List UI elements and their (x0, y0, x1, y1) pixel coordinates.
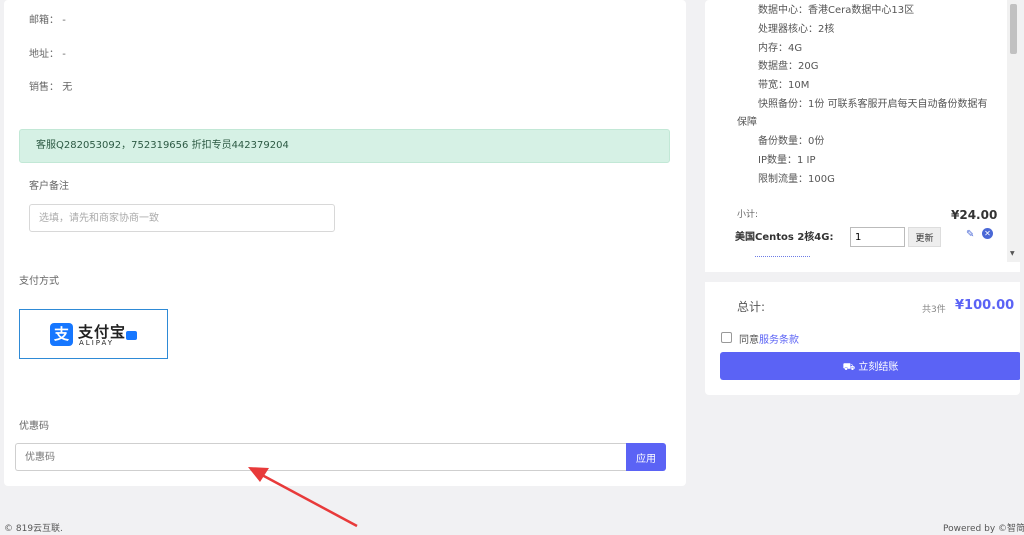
remark-label: 客户备注 (29, 181, 69, 192)
spec-datacenter: 数据中心：香港Cera数据中心13区 (758, 5, 915, 16)
scrollbar-thumb[interactable] (1010, 4, 1017, 54)
payment-method-label: 支付方式 (19, 276, 59, 287)
cart-items-scroll[interactable]: 数据中心：香港Cera数据中心13区 处理器核心：2核 内存：4G 数据盘：20… (705, 0, 1020, 262)
address-row: 地址： - (29, 45, 66, 60)
email-label: 邮箱： (29, 15, 59, 26)
address-label: 地址： (29, 49, 59, 60)
truncated-next-item (755, 256, 810, 259)
terms-link[interactable]: 服务条款 (759, 335, 799, 346)
alipay-logo-icon: 支 (50, 323, 73, 346)
subtotal-label: 小计: (737, 210, 759, 220)
spec-traffic: 限制流量：100G (758, 174, 835, 185)
alipay-name-en: ALIPAY (79, 339, 115, 347)
cart-item-name: 美国Centos 2核4G: (735, 232, 834, 243)
annotation-arrow (248, 467, 358, 528)
summary-divider (705, 272, 1020, 282)
checkout-button[interactable]: ⛟ 立刻结账 (720, 352, 1020, 380)
agree-terms-checkbox[interactable] (721, 332, 732, 343)
remark-input[interactable] (29, 204, 335, 232)
address-value: - (62, 49, 66, 60)
total-item-count: 共3件 (922, 305, 946, 315)
checkout-details-card: 邮箱： - 地址： - 销售： 无 客服Q282053092，752319656… (4, 0, 686, 486)
truck-icon: ⛟ (842, 361, 856, 373)
spec-disk: 数据盘：20G (758, 61, 819, 72)
subtotal-value: ¥24.00 (951, 208, 998, 222)
close-circle-icon[interactable]: ✕ (982, 228, 993, 239)
apply-coupon-button[interactable]: 应用 (626, 443, 666, 471)
agree-prefix: 同意 (739, 335, 759, 346)
scroll-down-arrow-icon[interactable]: ▼ (1010, 250, 1015, 257)
spec-memory: 内存：4G (758, 43, 803, 54)
coupon-label: 优惠码 (19, 421, 49, 432)
sales-label: 销售： (29, 82, 59, 93)
email-row: 邮箱： - (29, 11, 66, 26)
quantity-input[interactable] (850, 227, 905, 247)
spec-snapshot: 快照备份：1份 可联系客服开启每天自动备份数据有 (758, 99, 988, 110)
checkout-label: 立刻结账 (858, 361, 899, 373)
alipay-pc-icon (126, 331, 137, 340)
alipay-option[interactable]: 支 支付宝 ALIPAY (19, 309, 168, 359)
update-quantity-button[interactable]: 更新 (908, 227, 941, 247)
spec-snapshot-cont: 保障 (737, 117, 757, 128)
spec-backup-count: 备份数量：0份 (758, 136, 825, 147)
total-value: ¥100.00 (955, 298, 1015, 313)
agree-terms-text: 同意服务条款 (739, 331, 799, 346)
cart-scrollbar[interactable]: ▼ (1007, 0, 1020, 262)
spec-ip-count: IP数量：1 IP (758, 155, 816, 166)
order-summary-card: 数据中心：香港Cera数据中心13区 处理器核心：2核 内存：4G 数据盘：20… (705, 0, 1020, 395)
pencil-icon[interactable]: ✎ (966, 229, 974, 240)
spec-bandwidth: 带宽：10M (758, 80, 810, 91)
total-label: 总计: (737, 300, 766, 314)
spec-cpu: 处理器核心：2核 (758, 24, 835, 35)
service-notice: 客服Q282053092，752319656 折扣专员442379204 (19, 129, 670, 163)
footer-powered-by: Powered by ©智简 (943, 524, 1024, 534)
sales-row: 销售： 无 (29, 78, 72, 93)
footer-copyright: © 819云互联. (4, 524, 63, 534)
sales-value: 无 (62, 82, 73, 93)
email-value: - (62, 15, 66, 26)
